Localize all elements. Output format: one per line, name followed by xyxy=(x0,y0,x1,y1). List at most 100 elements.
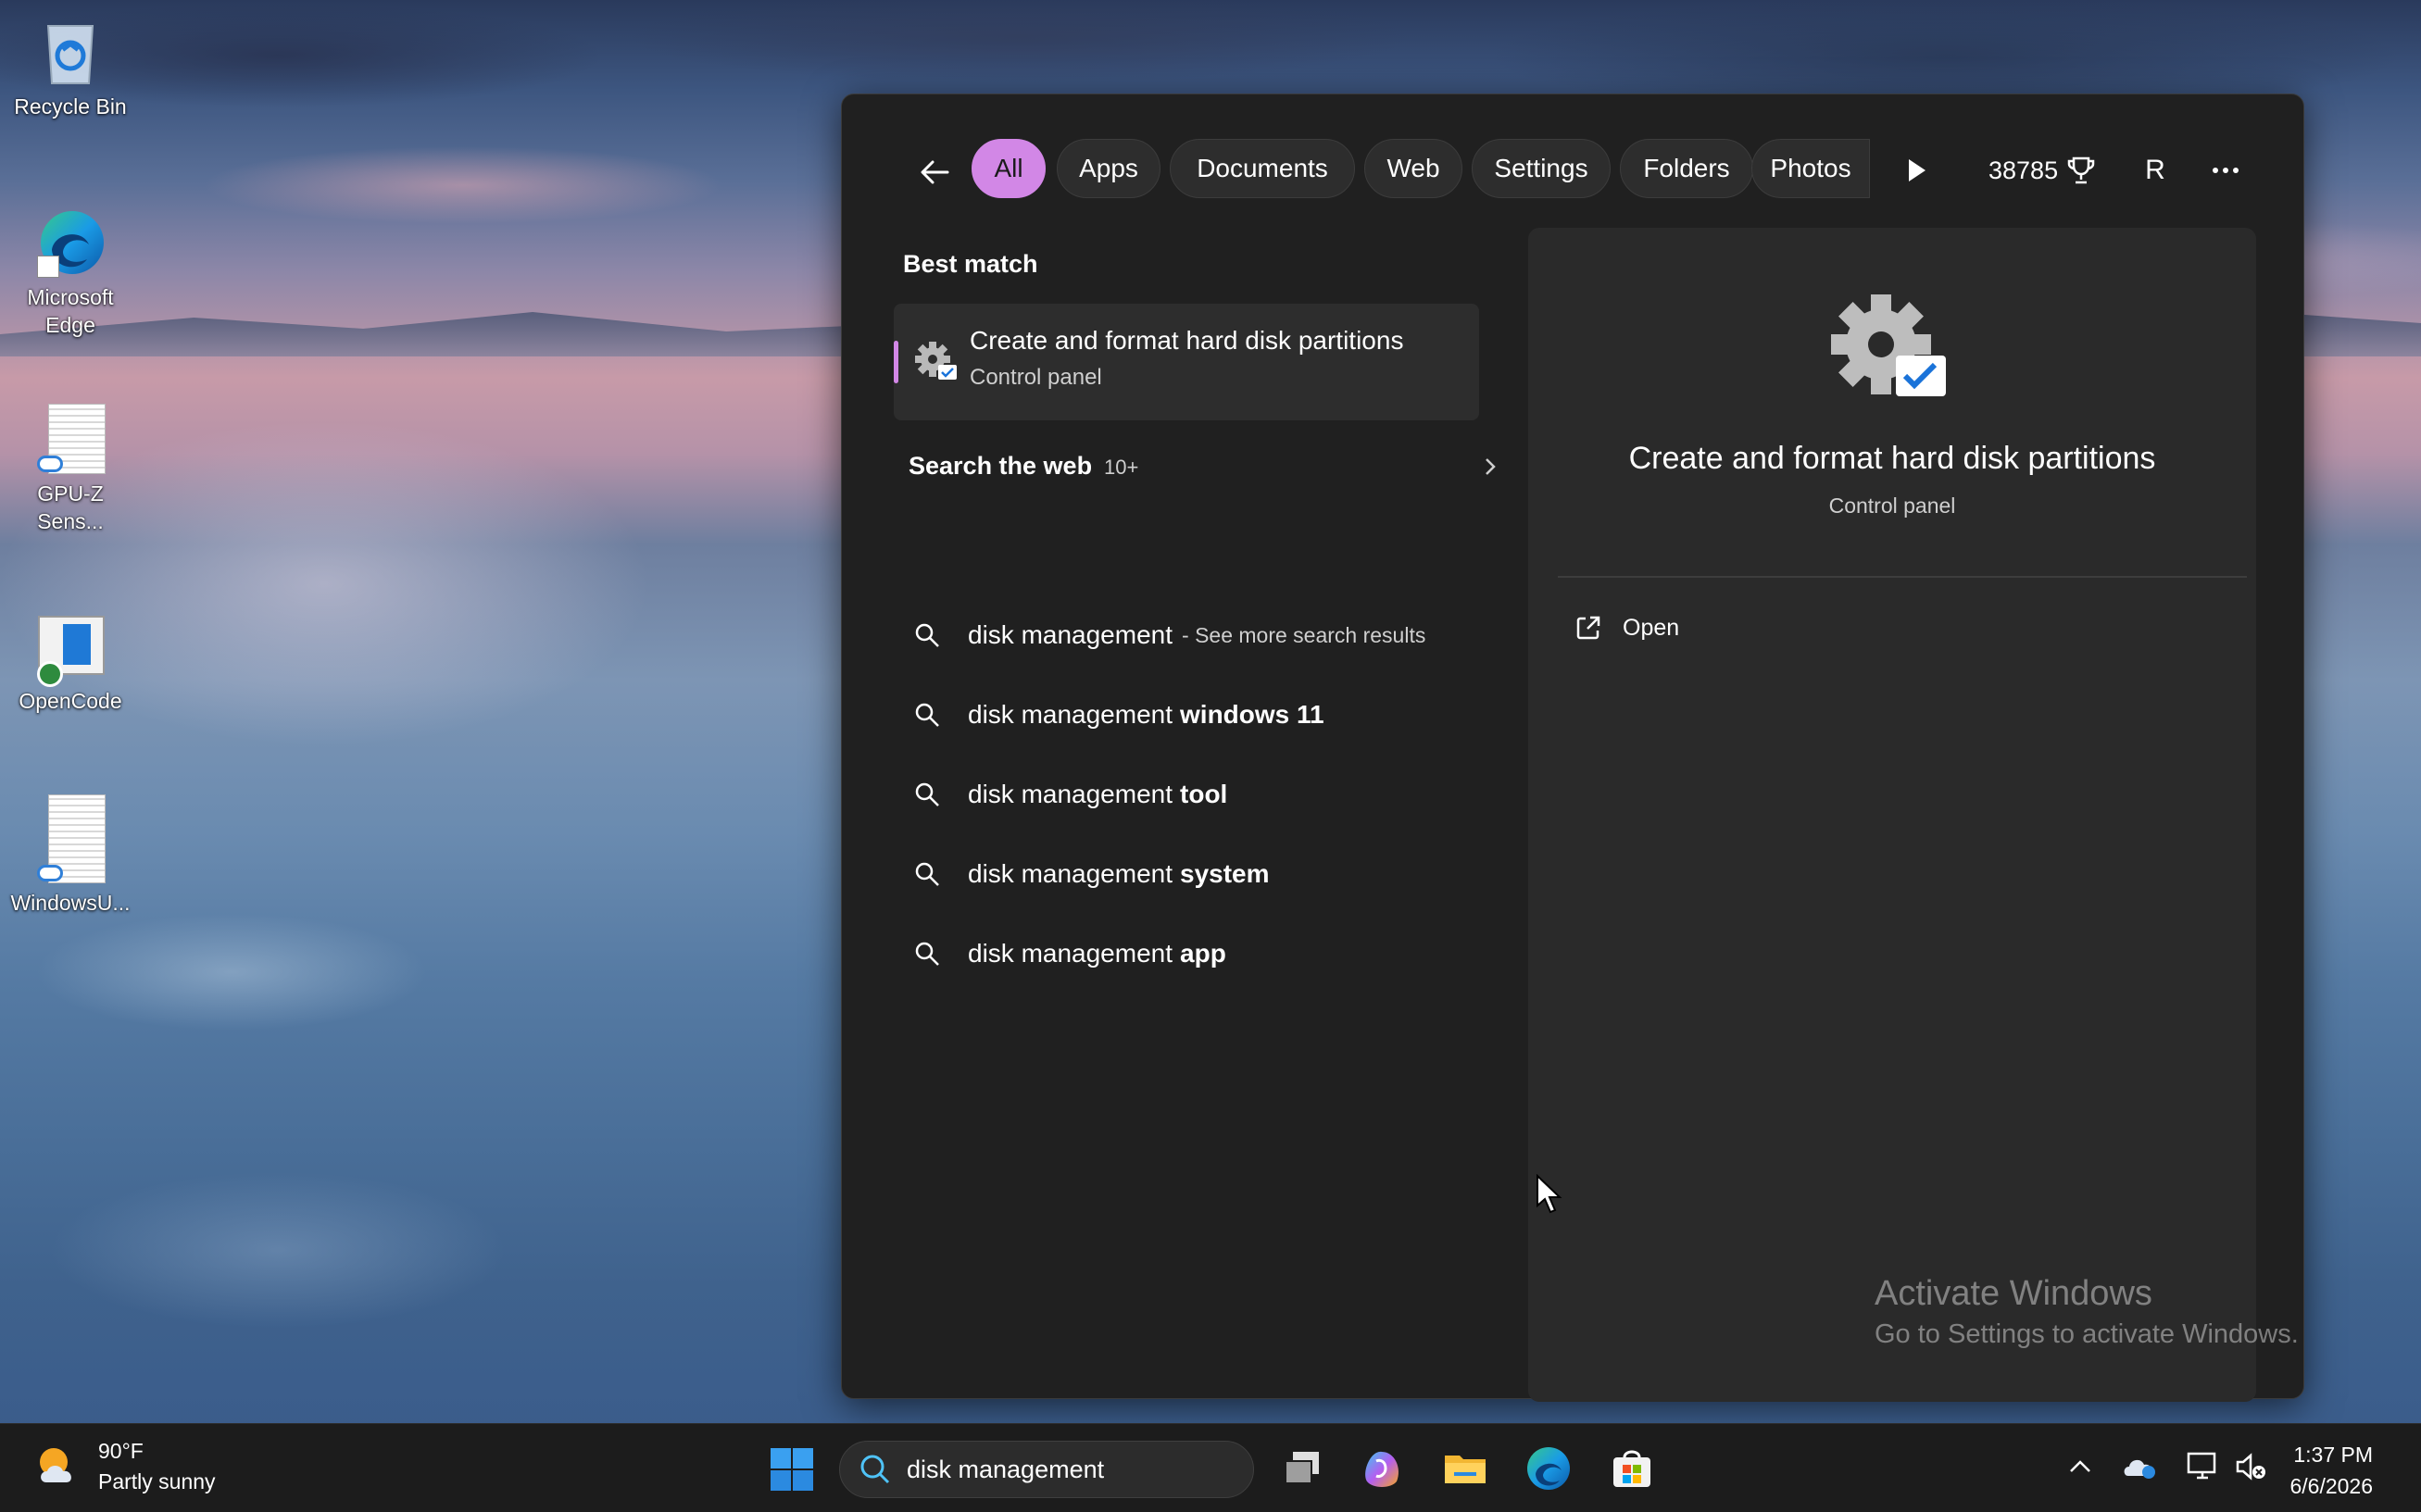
rewards-points[interactable]: 38785 xyxy=(1988,150,2095,191)
search-icon xyxy=(909,696,946,733)
copilot-icon xyxy=(1365,1451,1399,1487)
clock-time: 1:37 PM xyxy=(2293,1443,2373,1467)
edge-icon xyxy=(35,207,106,278)
more-filters-button[interactable] xyxy=(1894,148,1938,193)
weather-widget[interactable]: 90°F Partly sunny xyxy=(33,1439,216,1494)
monitor-network-icon xyxy=(2187,1452,2216,1480)
taskbar-clock[interactable]: 1:37 PM 6/6/2026 xyxy=(2280,1439,2373,1502)
filter-chip-all[interactable]: All xyxy=(972,139,1046,198)
suggestion-text: disk management xyxy=(968,700,1173,729)
taskbar: 90°F Partly sunny disk management 1:37 P… xyxy=(0,1423,2421,1512)
web-suggestion[interactable]: disk management tool xyxy=(909,762,1474,827)
cloud-sync-icon xyxy=(37,456,63,472)
chevron-right-icon xyxy=(1486,458,1496,475)
search-icon xyxy=(909,856,946,893)
desktop-icon-label: OpenCode xyxy=(19,689,122,713)
desktop-icon-opencode[interactable]: OpenCode xyxy=(0,611,141,715)
watermark-title: Activate Windows xyxy=(1875,1274,2152,1313)
microsoft-store-button[interactable] xyxy=(1608,1444,1656,1493)
copilot-button[interactable] xyxy=(1358,1444,1406,1493)
web-suggestion[interactable]: disk management system xyxy=(909,842,1474,906)
web-suggestion[interactable]: disk management - See more search result… xyxy=(909,603,1474,668)
ellipsis-icon xyxy=(2213,168,2239,173)
search-icon xyxy=(860,1455,890,1484)
opencode-icon xyxy=(35,611,106,687)
onedrive-tray-button[interactable] xyxy=(2121,1448,2158,1485)
filter-chip-documents[interactable]: Documents xyxy=(1170,139,1355,198)
suggestion-bold-text: tool xyxy=(1180,780,1228,808)
filter-chip-settings[interactable]: Settings xyxy=(1472,139,1611,198)
preview-title: Create and format hard disk partitions xyxy=(1628,441,2156,476)
suggestion-text: disk management xyxy=(968,939,1173,968)
taskbar-search-input[interactable] xyxy=(907,1455,1240,1484)
desktop-icon-windowsu[interactable]: WindowsU... xyxy=(0,794,141,917)
search-web-count: 10+ xyxy=(1104,456,1139,479)
filter-chip-apps[interactable]: Apps xyxy=(1057,139,1160,198)
weather-temperature: 90°F xyxy=(98,1439,144,1463)
volume-tray-button[interactable] xyxy=(2232,1448,2269,1485)
folder-icon xyxy=(1445,1456,1486,1483)
search-web-heading: Search the web xyxy=(909,452,1093,480)
control-panel-gear-icon xyxy=(1829,293,1950,404)
open-action-label: Open xyxy=(1623,614,1680,641)
recycle-bin-icon xyxy=(35,17,106,87)
desktop-icon-label: GPU-Z Sens... xyxy=(37,481,104,533)
web-suggestion[interactable]: disk management windows 11 xyxy=(909,682,1474,747)
web-suggestion[interactable]: disk management app xyxy=(909,921,1474,986)
filter-bar: All Apps Documents Web Settings Folders … xyxy=(842,94,2303,243)
search-panel: All Apps Documents Web Settings Folders … xyxy=(841,94,2304,1402)
weather-condition: Partly sunny xyxy=(98,1469,216,1493)
best-match-subtitle: Control panel xyxy=(970,365,1102,390)
cloud-sync-icon xyxy=(37,865,63,881)
best-match-heading: Best match xyxy=(903,250,1038,278)
play-icon xyxy=(1909,159,1926,181)
watermark-subtitle: Go to Settings to activate Windows. xyxy=(1875,1319,2299,1349)
partly-sunny-icon xyxy=(33,1442,83,1492)
text-file-icon xyxy=(35,404,106,474)
desktop-icon-label: WindowsU... xyxy=(10,891,131,915)
filter-chip-photos[interactable]: Photos xyxy=(1751,139,1870,198)
desktop-icon-edge[interactable]: Microsoft Edge xyxy=(0,207,141,339)
desktop-icon-label: Recycle Bin xyxy=(14,94,127,119)
store-icon xyxy=(1613,1450,1650,1487)
suggestion-bold-text: windows 11 xyxy=(1180,700,1324,729)
filter-chip-web[interactable]: Web xyxy=(1364,139,1462,198)
desktop-icon-label: Microsoft Edge xyxy=(27,285,114,337)
synced-check-icon xyxy=(37,661,63,687)
search-web-expand-button[interactable] xyxy=(1472,448,1509,485)
divider xyxy=(1558,576,2247,578)
trophy-icon xyxy=(2067,156,2095,184)
taskbar-search-box[interactable] xyxy=(839,1441,1254,1498)
suggestion-text: disk management xyxy=(968,780,1173,808)
mouse-cursor-icon xyxy=(1537,1174,1562,1214)
edge-taskbar-button[interactable] xyxy=(1524,1444,1573,1493)
edge-icon xyxy=(1527,1447,1570,1490)
open-external-icon xyxy=(1576,616,1600,640)
filter-chip-folders[interactable]: Folders xyxy=(1620,139,1753,198)
desktop-icon-gpuz[interactable]: GPU-Z Sens... xyxy=(0,404,141,535)
rewards-points-value: 38785 xyxy=(1988,156,2059,184)
preview-pane: Create and format hard disk partitions C… xyxy=(1528,228,2256,1402)
open-action-button[interactable]: Open xyxy=(1574,602,1679,654)
file-explorer-button[interactable] xyxy=(1441,1444,1489,1493)
clock-date: 6/6/2026 xyxy=(2289,1474,2373,1498)
network-tray-button[interactable] xyxy=(2184,1448,2221,1485)
suggestion-more-text: - See more search results xyxy=(1182,622,1426,647)
back-button[interactable] xyxy=(909,146,960,198)
desktop-icon-recycle-bin[interactable]: Recycle Bin xyxy=(0,17,141,120)
show-hidden-icons-button[interactable] xyxy=(2062,1448,2099,1485)
account-avatar[interactable]: R xyxy=(2131,146,2179,194)
task-view-icon xyxy=(1285,1452,1319,1484)
chevron-up-icon xyxy=(2070,1460,2090,1472)
suggestion-bold-text: system xyxy=(1180,859,1270,888)
start-button[interactable] xyxy=(769,1446,815,1493)
onedrive-icon xyxy=(2124,1459,2155,1479)
suggestion-bold-text: app xyxy=(1180,939,1226,968)
best-match-result[interactable]: Create and format hard disk partitions C… xyxy=(894,304,1479,420)
windows-logo-icon xyxy=(771,1448,813,1491)
shortcut-arrow-icon xyxy=(37,256,59,278)
control-panel-gear-icon xyxy=(914,339,960,385)
more-options-button[interactable] xyxy=(2201,146,2250,194)
wallpaper-reflection xyxy=(0,880,926,1417)
task-view-button[interactable] xyxy=(1278,1444,1326,1493)
